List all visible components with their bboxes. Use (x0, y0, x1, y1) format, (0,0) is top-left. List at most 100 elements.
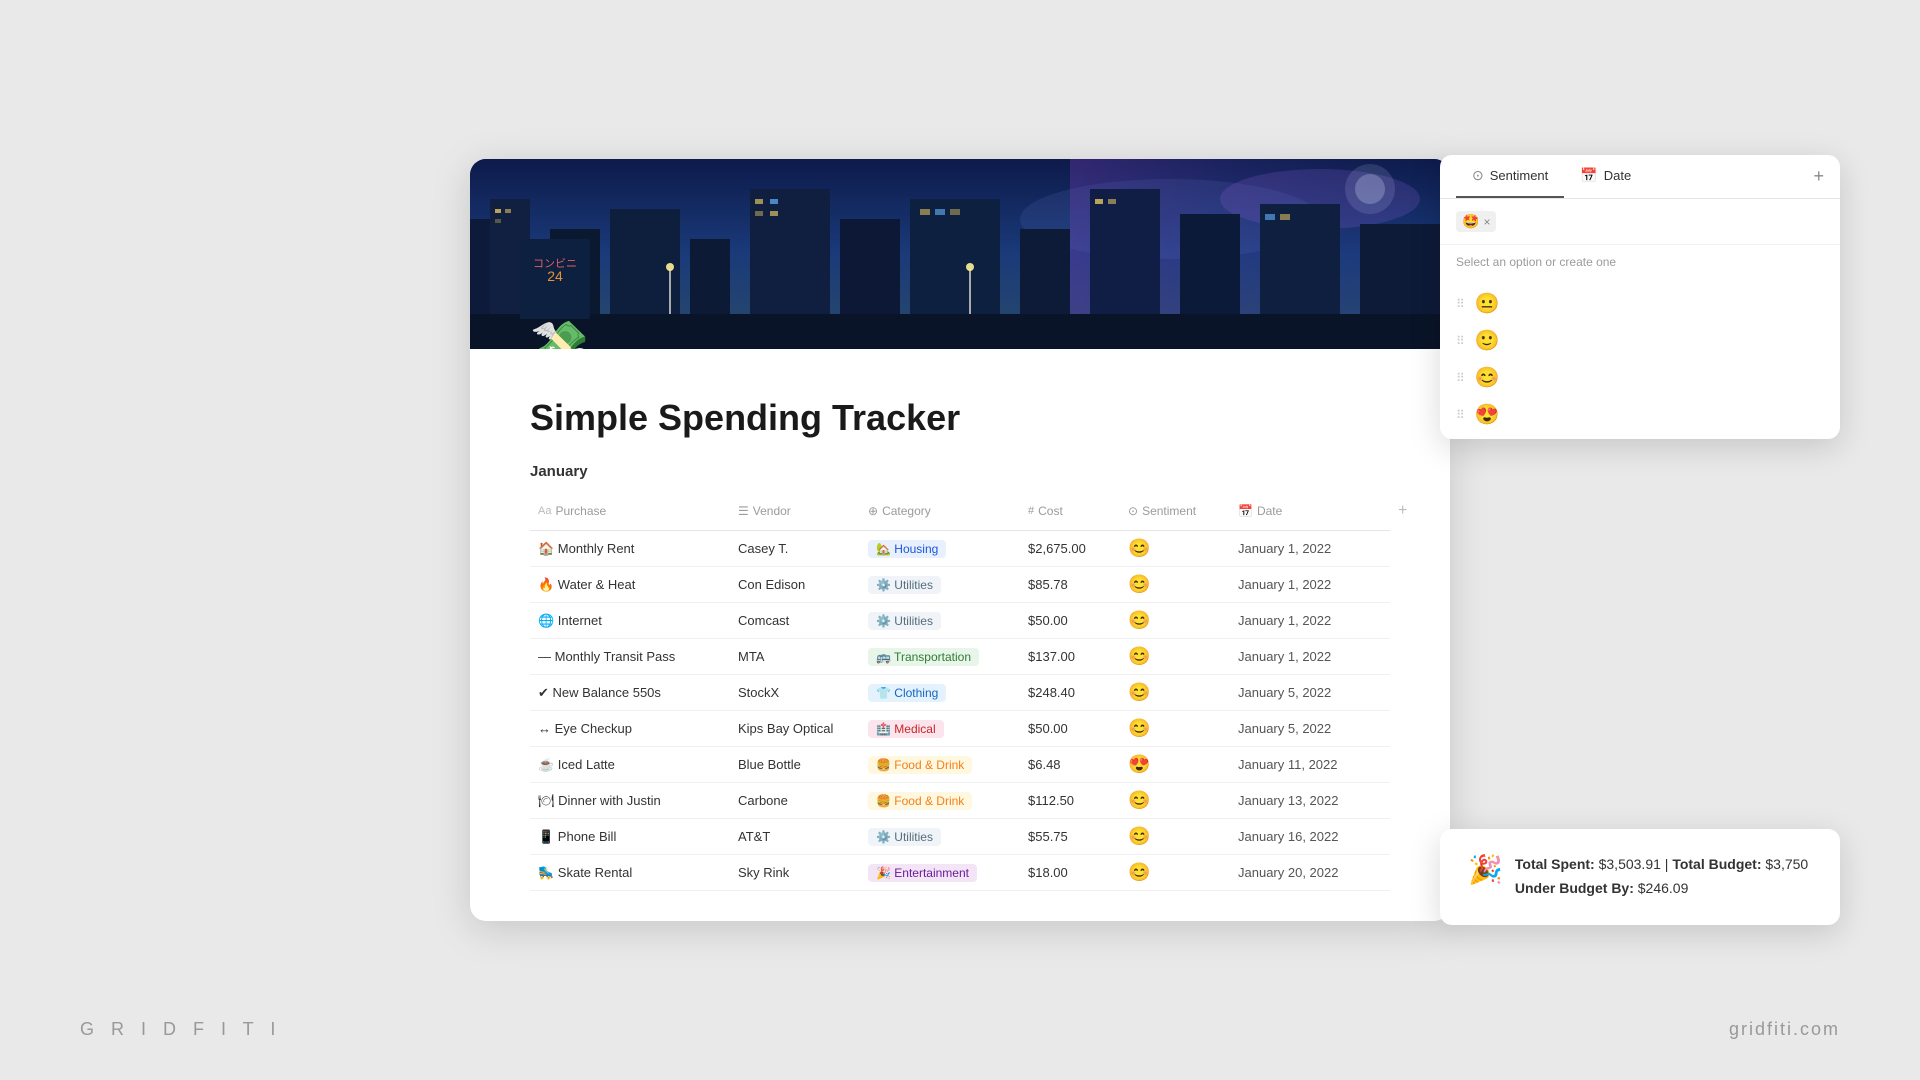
cell-vendor: Sky Rink (730, 858, 860, 887)
brand-left: G R I D F I T I (80, 1019, 281, 1040)
table-header: Aa Purchase ☰ Vendor ⊕ Category # Cost (530, 492, 1390, 531)
cell-sentiment[interactable]: 😊 (1120, 675, 1230, 710)
cell-category[interactable]: 🏥 Medical (860, 713, 1020, 745)
category-badge[interactable]: 🏡 Housing (868, 540, 946, 558)
table-body: 🏠 Monthly Rent Casey T. 🏡 Housing $2,675… (530, 531, 1390, 891)
cell-category[interactable]: ⚙️ Utilities (860, 569, 1020, 601)
drag-handle-icon: ⠿ (1456, 334, 1465, 348)
cell-purchase: 🏠 Monthly Rent (530, 534, 730, 564)
cell-category[interactable]: 👕 Clothing (860, 677, 1020, 709)
cell-add (1390, 542, 1420, 556)
category-badge[interactable]: ⚙️ Utilities (868, 828, 941, 846)
dropdown-hint: Select an option or create one (1440, 245, 1840, 279)
tab-sentiment[interactable]: ⊙ Sentiment (1456, 155, 1564, 198)
notion-card: コンビニ 24 💸 Simple Spending Tracker Januar… (470, 159, 1450, 921)
header-date: 📅 Date (1230, 498, 1390, 524)
category-badge[interactable]: 🏥 Medical (868, 720, 944, 738)
cell-purchase: — Monthly Transit Pass (530, 642, 730, 671)
spending-table: Aa Purchase ☰ Vendor ⊕ Category # Cost (530, 492, 1390, 891)
budget-text: Total Spent: $3,503.91 | Total Budget: $… (1515, 853, 1808, 901)
total-budget-value: $3,750 (1765, 856, 1808, 872)
budget-icon: 🎉 (1468, 853, 1503, 886)
option-emoji: 😊 (1475, 365, 1500, 390)
header-cost-icon: # (1028, 505, 1034, 517)
cell-cost: $55.75 (1020, 822, 1120, 851)
add-property-button[interactable]: + (1813, 166, 1824, 187)
cell-category[interactable]: ⚙️ Utilities (860, 821, 1020, 853)
cell-vendor: Blue Bottle (730, 750, 860, 779)
category-badge[interactable]: 🎉 Entertainment (868, 864, 977, 882)
table-row: 🌐 Internet Comcast ⚙️ Utilities $50.00 😊… (530, 603, 1390, 639)
cell-cost: $6.48 (1020, 750, 1120, 779)
cell-date: January 13, 2022 (1230, 786, 1390, 815)
tag-remove-button[interactable]: × (1483, 215, 1490, 229)
tab-date[interactable]: 📅 Date (1564, 155, 1647, 198)
dropdown-search-input[interactable] (1502, 214, 1824, 229)
cell-cost: $2,675.00 (1020, 534, 1120, 563)
cell-sentiment[interactable]: 😊 (1120, 783, 1230, 818)
cell-date: January 11, 2022 (1230, 750, 1390, 779)
sentiment-tab-icon: ⊙ (1472, 167, 1484, 184)
header-add[interactable]: + (1390, 498, 1420, 524)
under-budget-label: Under Budget By: (1515, 880, 1634, 896)
cell-sentiment[interactable]: 😊 (1120, 711, 1230, 746)
header-sentiment-icon: ⊙ (1128, 504, 1138, 518)
cell-category[interactable]: 🍔 Food & Drink (860, 749, 1020, 781)
cell-sentiment[interactable]: 😊 (1120, 603, 1230, 638)
cell-category[interactable]: 🎉 Entertainment (860, 857, 1020, 889)
category-badge[interactable]: ⚙️ Utilities (868, 612, 941, 630)
dropdown-header: ⊙ Sentiment 📅 Date + (1440, 155, 1840, 199)
dropdown-option[interactable]: ⠿ 😍 (1440, 396, 1840, 433)
cell-vendor: Casey T. (730, 534, 860, 563)
cell-vendor: Comcast (730, 606, 860, 635)
total-budget-label: Total Budget: (1672, 856, 1761, 872)
cell-purchase: 🔥 Water & Heat (530, 570, 730, 600)
cell-sentiment[interactable]: 😊 (1120, 855, 1230, 890)
cell-sentiment[interactable]: 😊 (1120, 639, 1230, 674)
table-row: 🛼 Skate Rental Sky Rink 🎉 Entertainment … (530, 855, 1390, 891)
dropdown-input-area: 🤩 × (1440, 199, 1840, 245)
cell-add (1390, 866, 1420, 880)
brand-right: gridfiti.com (1729, 1019, 1840, 1040)
selected-emoji: 🤩 (1462, 213, 1479, 230)
cell-category[interactable]: 🍔 Food & Drink (860, 785, 1020, 817)
cell-category[interactable]: ⚙️ Utilities (860, 605, 1020, 637)
dropdown-option[interactable]: ⠿ 😊 (1440, 359, 1840, 396)
content-area: Simple Spending Tracker January Aa Purch… (470, 349, 1450, 921)
option-emoji: 😐 (1475, 291, 1500, 316)
cell-date: January 1, 2022 (1230, 606, 1390, 635)
total-spent-label: Total Spent: (1515, 856, 1595, 872)
header-purchase-icon: Aa (538, 505, 551, 517)
table-row: — Monthly Transit Pass MTA 🚌 Transportat… (530, 639, 1390, 675)
total-spent-value: $3,503.91 (1599, 856, 1661, 872)
category-badge[interactable]: 🚌 Transportation (868, 648, 979, 666)
table-row: ✔ New Balance 550s StockX 👕 Clothing $24… (530, 675, 1390, 711)
category-badge[interactable]: 🍔 Food & Drink (868, 792, 972, 810)
category-badge[interactable]: 🍔 Food & Drink (868, 756, 972, 774)
header-purchase: Aa Purchase (530, 498, 730, 524)
cell-add (1390, 830, 1420, 844)
cell-cost: $50.00 (1020, 606, 1120, 635)
dropdown-option[interactable]: ⠿ 😐 (1440, 285, 1840, 322)
cell-category[interactable]: 🏡 Housing (860, 533, 1020, 565)
under-budget-value: $246.09 (1638, 880, 1689, 896)
section-label: January (530, 463, 1390, 480)
dropdown-option[interactable]: ⠿ 🙂 (1440, 322, 1840, 359)
budget-content: 🎉 Total Spent: $3,503.91 | Total Budget:… (1468, 853, 1812, 901)
cell-sentiment[interactable]: 😍 (1120, 747, 1230, 782)
cell-vendor: MTA (730, 642, 860, 671)
category-badge[interactable]: ⚙️ Utilities (868, 576, 941, 594)
sentiment-dropdown: ⊙ Sentiment 📅 Date + 🤩 × Select an optio… (1440, 155, 1840, 439)
page-wrapper: G R I D F I T I gridfiti.com (0, 0, 1920, 1080)
category-badge[interactable]: 👕 Clothing (868, 684, 946, 702)
option-emoji: 😍 (1475, 402, 1500, 427)
cell-sentiment[interactable]: 😊 (1120, 531, 1230, 566)
cell-category[interactable]: 🚌 Transportation (860, 641, 1020, 673)
cell-sentiment[interactable]: 😊 (1120, 819, 1230, 854)
table-row: 🍽 Dinner with Justin Carbone 🍔 Food & Dr… (530, 783, 1390, 819)
page-icon: 💸 (530, 317, 594, 349)
cell-date: January 20, 2022 (1230, 858, 1390, 887)
cell-cost: $112.50 (1020, 786, 1120, 815)
cell-sentiment[interactable]: 😊 (1120, 567, 1230, 602)
cell-purchase: ✔ New Balance 550s (530, 678, 730, 708)
